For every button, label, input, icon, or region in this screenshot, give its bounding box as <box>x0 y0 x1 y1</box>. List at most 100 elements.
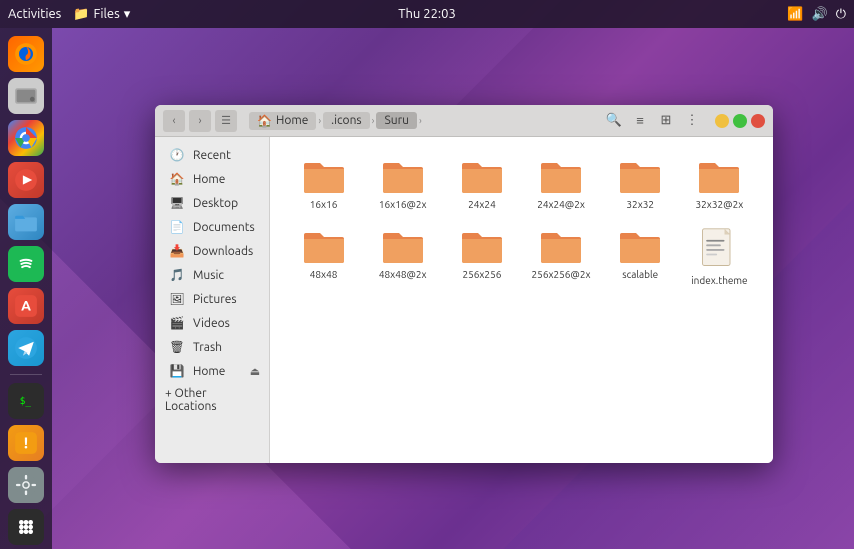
dock-chrome[interactable] <box>8 120 44 156</box>
sidebar-item-home[interactable]: 🏠 Home <box>159 167 265 191</box>
file-name-256x256@2x: 256x256@2x <box>532 269 591 281</box>
folder-icon-32x32@2x <box>697 157 741 195</box>
window-controls <box>715 114 765 128</box>
folder-icon-scalable <box>618 227 662 265</box>
close-button[interactable] <box>751 114 765 128</box>
file-item-48x48@2x[interactable]: 48x48@2x <box>365 223 440 291</box>
search-button[interactable]: 🔍 <box>603 110 625 132</box>
power-icon[interactable]: ⏻ <box>836 7 846 22</box>
dock-files[interactable] <box>8 78 44 114</box>
file-name-48x48@2x: 48x48@2x <box>379 269 427 281</box>
title-bar-right: 🔍 ≡ ⊞ ⋮ <box>603 110 765 132</box>
grid-view-button[interactable]: ⊞ <box>655 110 677 132</box>
file-item-24x24@2x[interactable]: 24x24@2x <box>523 153 598 215</box>
folder-icon-16x16@2x <box>381 157 425 195</box>
dock-nautilus[interactable] <box>8 204 44 240</box>
eject-button[interactable]: ⏏ <box>245 361 265 381</box>
list-view-button[interactable]: ≡ <box>629 110 651 132</box>
sidebar-item-downloads[interactable]: 📥 Downloads <box>159 239 265 263</box>
file-item-32x32@2x[interactable]: 32x32@2x <box>682 153 757 215</box>
breadcrumb-home[interactable]: 🏠 Home <box>249 112 316 130</box>
dock-app-grid[interactable] <box>8 509 44 545</box>
sidebar-item-recent[interactable]: 🕐 Recent <box>159 143 265 167</box>
sidebar-desktop-label: Desktop <box>193 197 238 210</box>
network-icon[interactable]: 📶 <box>787 7 803 22</box>
dock-settings[interactable] <box>8 467 44 503</box>
sidebar-recent-label: Recent <box>193 149 231 162</box>
activities-button[interactable]: Activities <box>8 7 61 21</box>
dock-rhythmbox[interactable] <box>8 162 44 198</box>
files-menu-label: Files <box>94 7 120 21</box>
svg-text:A: A <box>21 298 31 314</box>
file-item-16x16@2x[interactable]: 16x16@2x <box>365 153 440 215</box>
folder-icon-256x256 <box>460 227 504 265</box>
file-grid: 16x16 16x16@2x 24x24 <box>270 137 773 463</box>
file-item-32x32[interactable]: 32x32 <box>603 153 678 215</box>
file-item-index-theme[interactable]: index.theme <box>682 223 757 291</box>
dock-appstore[interactable]: A <box>8 288 44 324</box>
file-item-scalable[interactable]: scalable <box>603 223 678 291</box>
sidebar-other-locations[interactable]: + Other Locations <box>155 383 269 417</box>
file-manager-window: ‹ › ☰ 🏠 Home › .icons › Suru › 🔍 <box>155 105 773 463</box>
file-name-32x32@2x: 32x32@2x <box>696 199 744 211</box>
top-panel: Activities 📁 Files ▾ Thu 22:03 📶 🔊 ⏻ <box>0 0 854 28</box>
dock-separator <box>10 374 42 375</box>
sidebar-home2-label: Home <box>193 365 225 378</box>
sidebar-item-videos[interactable]: 🎬 Videos <box>159 311 265 335</box>
panel-left: Activities 📁 Files ▾ <box>8 7 130 22</box>
forward-button[interactable]: › <box>189 110 211 132</box>
sidebar: 🕐 Recent 🏠 Home 🖥 Desktop 📄 Documents 📥 … <box>155 137 270 463</box>
file-name-index-theme: index.theme <box>691 275 747 287</box>
title-bar: ‹ › ☰ 🏠 Home › .icons › Suru › 🔍 <box>155 105 773 137</box>
dock-spotify[interactable] <box>8 246 44 282</box>
main-area: 🕐 Recent 🏠 Home 🖥 Desktop 📄 Documents 📥 … <box>155 137 773 463</box>
breadcrumb-home-label: Home <box>276 114 308 127</box>
dock-firefox[interactable] <box>8 36 44 72</box>
files-menu-button[interactable]: 📁 Files ▾ <box>73 7 130 22</box>
other-locations-label: + Other Locations <box>165 387 259 413</box>
volume-icon[interactable]: 🔊 <box>812 7 828 22</box>
pictures-sidebar-icon: 🖼 <box>169 291 185 307</box>
sidebar-item-home2[interactable]: 💾 Home <box>159 359 241 383</box>
folder-icon-24x24@2x <box>539 157 583 195</box>
downloads-sidebar-icon: 📥 <box>169 243 185 259</box>
sidebar-home-label: Home <box>193 173 225 186</box>
breadcrumb-icons[interactable]: .icons <box>323 112 370 129</box>
folder-icon-16x16 <box>302 157 346 195</box>
maximize-button[interactable] <box>733 114 747 128</box>
desktop-sidebar-icon: 🖥 <box>169 195 185 211</box>
sidebar-item-music[interactable]: 🎵 Music <box>159 263 265 287</box>
sidebar-item-pictures[interactable]: 🖼 Pictures <box>159 287 265 311</box>
file-name-48x48: 48x48 <box>310 269 338 281</box>
minimize-button[interactable] <box>715 114 729 128</box>
title-bar-left: ‹ › ☰ 🏠 Home › .icons › Suru › <box>163 110 430 132</box>
sidebar-item-desktop[interactable]: 🖥 Desktop <box>159 191 265 215</box>
dock-terminal[interactable]: $_ <box>8 383 44 419</box>
file-name-scalable: scalable <box>622 269 658 281</box>
dock-update-notifier[interactable]: ! <box>8 425 44 461</box>
file-item-256x256[interactable]: 256x256 <box>444 223 519 291</box>
dock-telegram[interactable] <box>8 330 44 366</box>
back-button[interactable]: ‹ <box>163 110 185 132</box>
breadcrumb-suru[interactable]: Suru <box>376 112 417 129</box>
clock-time: Thu 22:03 <box>398 7 456 21</box>
file-name-24x24: 24x24 <box>468 199 496 211</box>
documents-sidebar-icon: 📄 <box>169 219 185 235</box>
toggle-sidebar-button[interactable]: ☰ <box>215 110 237 132</box>
breadcrumb-bar: 🏠 Home › .icons › Suru › <box>249 112 422 130</box>
dock: A $_ ! <box>0 28 52 549</box>
breadcrumb-separator-2: › <box>372 115 375 126</box>
menu-button[interactable]: ⋮ <box>681 110 703 132</box>
breadcrumb-suru-label: Suru <box>384 114 409 127</box>
sidebar-item-documents[interactable]: 📄 Documents <box>159 215 265 239</box>
file-item-256x256@2x[interactable]: 256x256@2x <box>523 223 598 291</box>
videos-sidebar-icon: 🎬 <box>169 315 185 331</box>
folder-small-icon: 📁 <box>73 7 89 22</box>
sidebar-item-trash[interactable]: 🗑 Trash <box>159 335 265 359</box>
file-name-16x16: 16x16 <box>310 199 338 211</box>
sidebar-downloads-label: Downloads <box>193 245 253 258</box>
file-item-24x24[interactable]: 24x24 <box>444 153 519 215</box>
home-sidebar-icon: 🏠 <box>169 171 185 187</box>
file-item-16x16[interactable]: 16x16 <box>286 153 361 215</box>
file-item-48x48[interactable]: 48x48 <box>286 223 361 291</box>
